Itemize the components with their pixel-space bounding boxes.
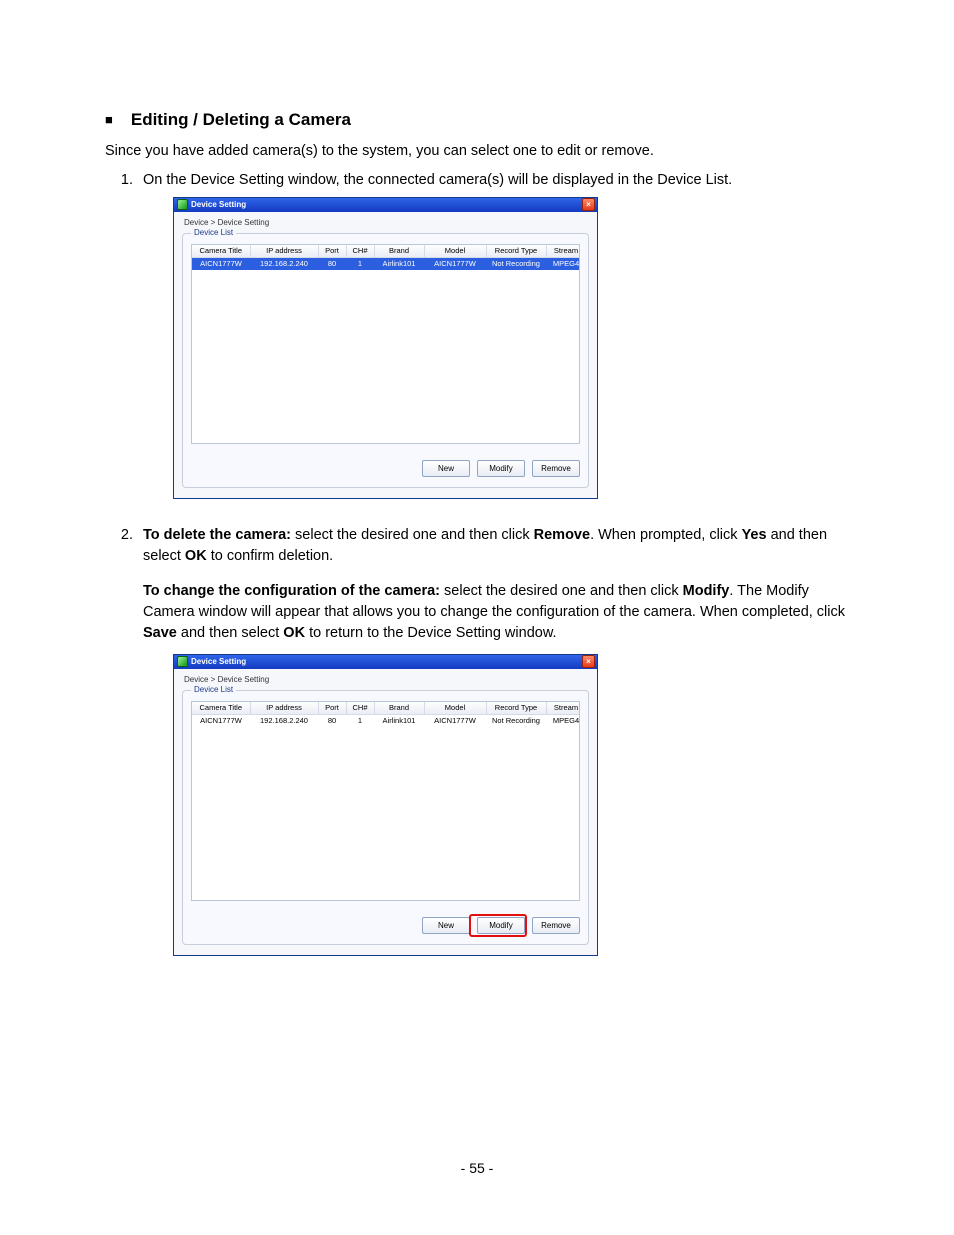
device-list-group: Device List Camera Title IP address: [182, 233, 589, 488]
cell-rectype: Not Recording: [486, 257, 546, 270]
col-ch: CH#: [346, 245, 374, 258]
remove-button[interactable]: Remove: [532, 460, 580, 477]
bullet-icon: ■: [105, 113, 113, 126]
group-label: Device List: [191, 228, 236, 237]
cell-port: 80: [318, 257, 346, 270]
section-heading: ■ Editing / Deleting a Camera: [105, 110, 849, 130]
col-brand: Brand: [374, 245, 424, 258]
device-list-table[interactable]: Camera Title IP address Port CH# Brand M…: [192, 702, 580, 727]
window-title: Device Setting: [191, 657, 246, 666]
col-camera-title: Camera Title: [192, 702, 250, 715]
app-icon: [177, 656, 188, 667]
col-model: Model: [424, 245, 486, 258]
cell-ip: 192.168.2.240: [250, 257, 318, 270]
device-setting-window-2: Device Setting × Device > Device Setting…: [173, 654, 598, 956]
window-titlebar: Device Setting ×: [174, 198, 597, 212]
config-lead: To change the configuration of the camer…: [143, 583, 440, 599]
new-button[interactable]: New: [422, 460, 470, 477]
cell-stream: MPEG4: [546, 714, 580, 727]
cell-ip: 192.168.2.240: [250, 714, 318, 727]
button-row: New Modify Remove: [191, 460, 580, 477]
step-2: To delete the camera: select the desired…: [137, 525, 849, 956]
table-row[interactable]: AICN1777W 192.168.2.240 80 1 Airlink101 …: [192, 714, 580, 727]
close-button[interactable]: ×: [582, 198, 595, 211]
col-port: Port: [318, 245, 346, 258]
app-icon: [177, 199, 188, 210]
page-number: - 55 -: [0, 1160, 954, 1176]
cell-brand: Airlink101: [374, 257, 424, 270]
device-list-table-wrap: Camera Title IP address Port CH# Brand M…: [191, 701, 580, 901]
breadcrumb: Device > Device Setting: [182, 675, 589, 690]
window-title: Device Setting: [191, 200, 246, 209]
col-ip-address: IP address: [250, 702, 318, 715]
col-record-type: Record Type: [486, 245, 546, 258]
close-button[interactable]: ×: [582, 655, 595, 668]
col-port: Port: [318, 702, 346, 715]
window-titlebar: Device Setting ×: [174, 655, 597, 669]
step-1-text: On the Device Setting window, the connec…: [143, 172, 732, 188]
remove-button[interactable]: Remove: [532, 917, 580, 934]
cell-camera-title: AICN1777W: [192, 257, 250, 270]
cell-stream: MPEG4: [546, 257, 580, 270]
cell-model: AICN1777W: [424, 257, 486, 270]
col-stream: Stream: [546, 702, 580, 715]
intro-paragraph: Since you have added camera(s) to the sy…: [105, 142, 849, 162]
new-button[interactable]: New: [422, 917, 470, 934]
modify-button[interactable]: Modify: [477, 460, 525, 477]
table-header-row: Camera Title IP address Port CH# Brand M…: [192, 245, 580, 258]
button-row: New Modify Remove: [191, 917, 580, 934]
cell-rectype: Not Recording: [486, 714, 546, 727]
col-stream: Stream: [546, 245, 580, 258]
cell-ch: 1: [346, 257, 374, 270]
group-label: Device List: [191, 685, 236, 694]
device-setting-window-1: Device Setting × Device > Device Setting…: [173, 197, 598, 499]
cell-port: 80: [318, 714, 346, 727]
col-ip-address: IP address: [250, 245, 318, 258]
col-camera-title: Camera Title: [192, 245, 250, 258]
device-list-table-wrap: Camera Title IP address Port CH# Brand M…: [191, 244, 580, 444]
modify-button[interactable]: Modify: [477, 917, 525, 934]
device-list-group: Device List Camera Title IP address: [182, 690, 589, 945]
col-record-type: Record Type: [486, 702, 546, 715]
col-brand: Brand: [374, 702, 424, 715]
table-row[interactable]: AICN1777W 192.168.2.240 80 1 Airlink101 …: [192, 257, 580, 270]
heading-text: Editing / Deleting a Camera: [131, 110, 351, 130]
cell-model: AICN1777W: [424, 714, 486, 727]
device-list-table[interactable]: Camera Title IP address Port CH# Brand M…: [192, 245, 580, 270]
col-ch: CH#: [346, 702, 374, 715]
step-1: On the Device Setting window, the connec…: [137, 170, 849, 499]
delete-lead: To delete the camera:: [143, 527, 291, 543]
cell-ch: 1: [346, 714, 374, 727]
table-header-row: Camera Title IP address Port CH# Brand M…: [192, 702, 580, 715]
col-model: Model: [424, 702, 486, 715]
cell-camera-title: AICN1777W: [192, 714, 250, 727]
breadcrumb: Device > Device Setting: [182, 218, 589, 233]
cell-brand: Airlink101: [374, 714, 424, 727]
